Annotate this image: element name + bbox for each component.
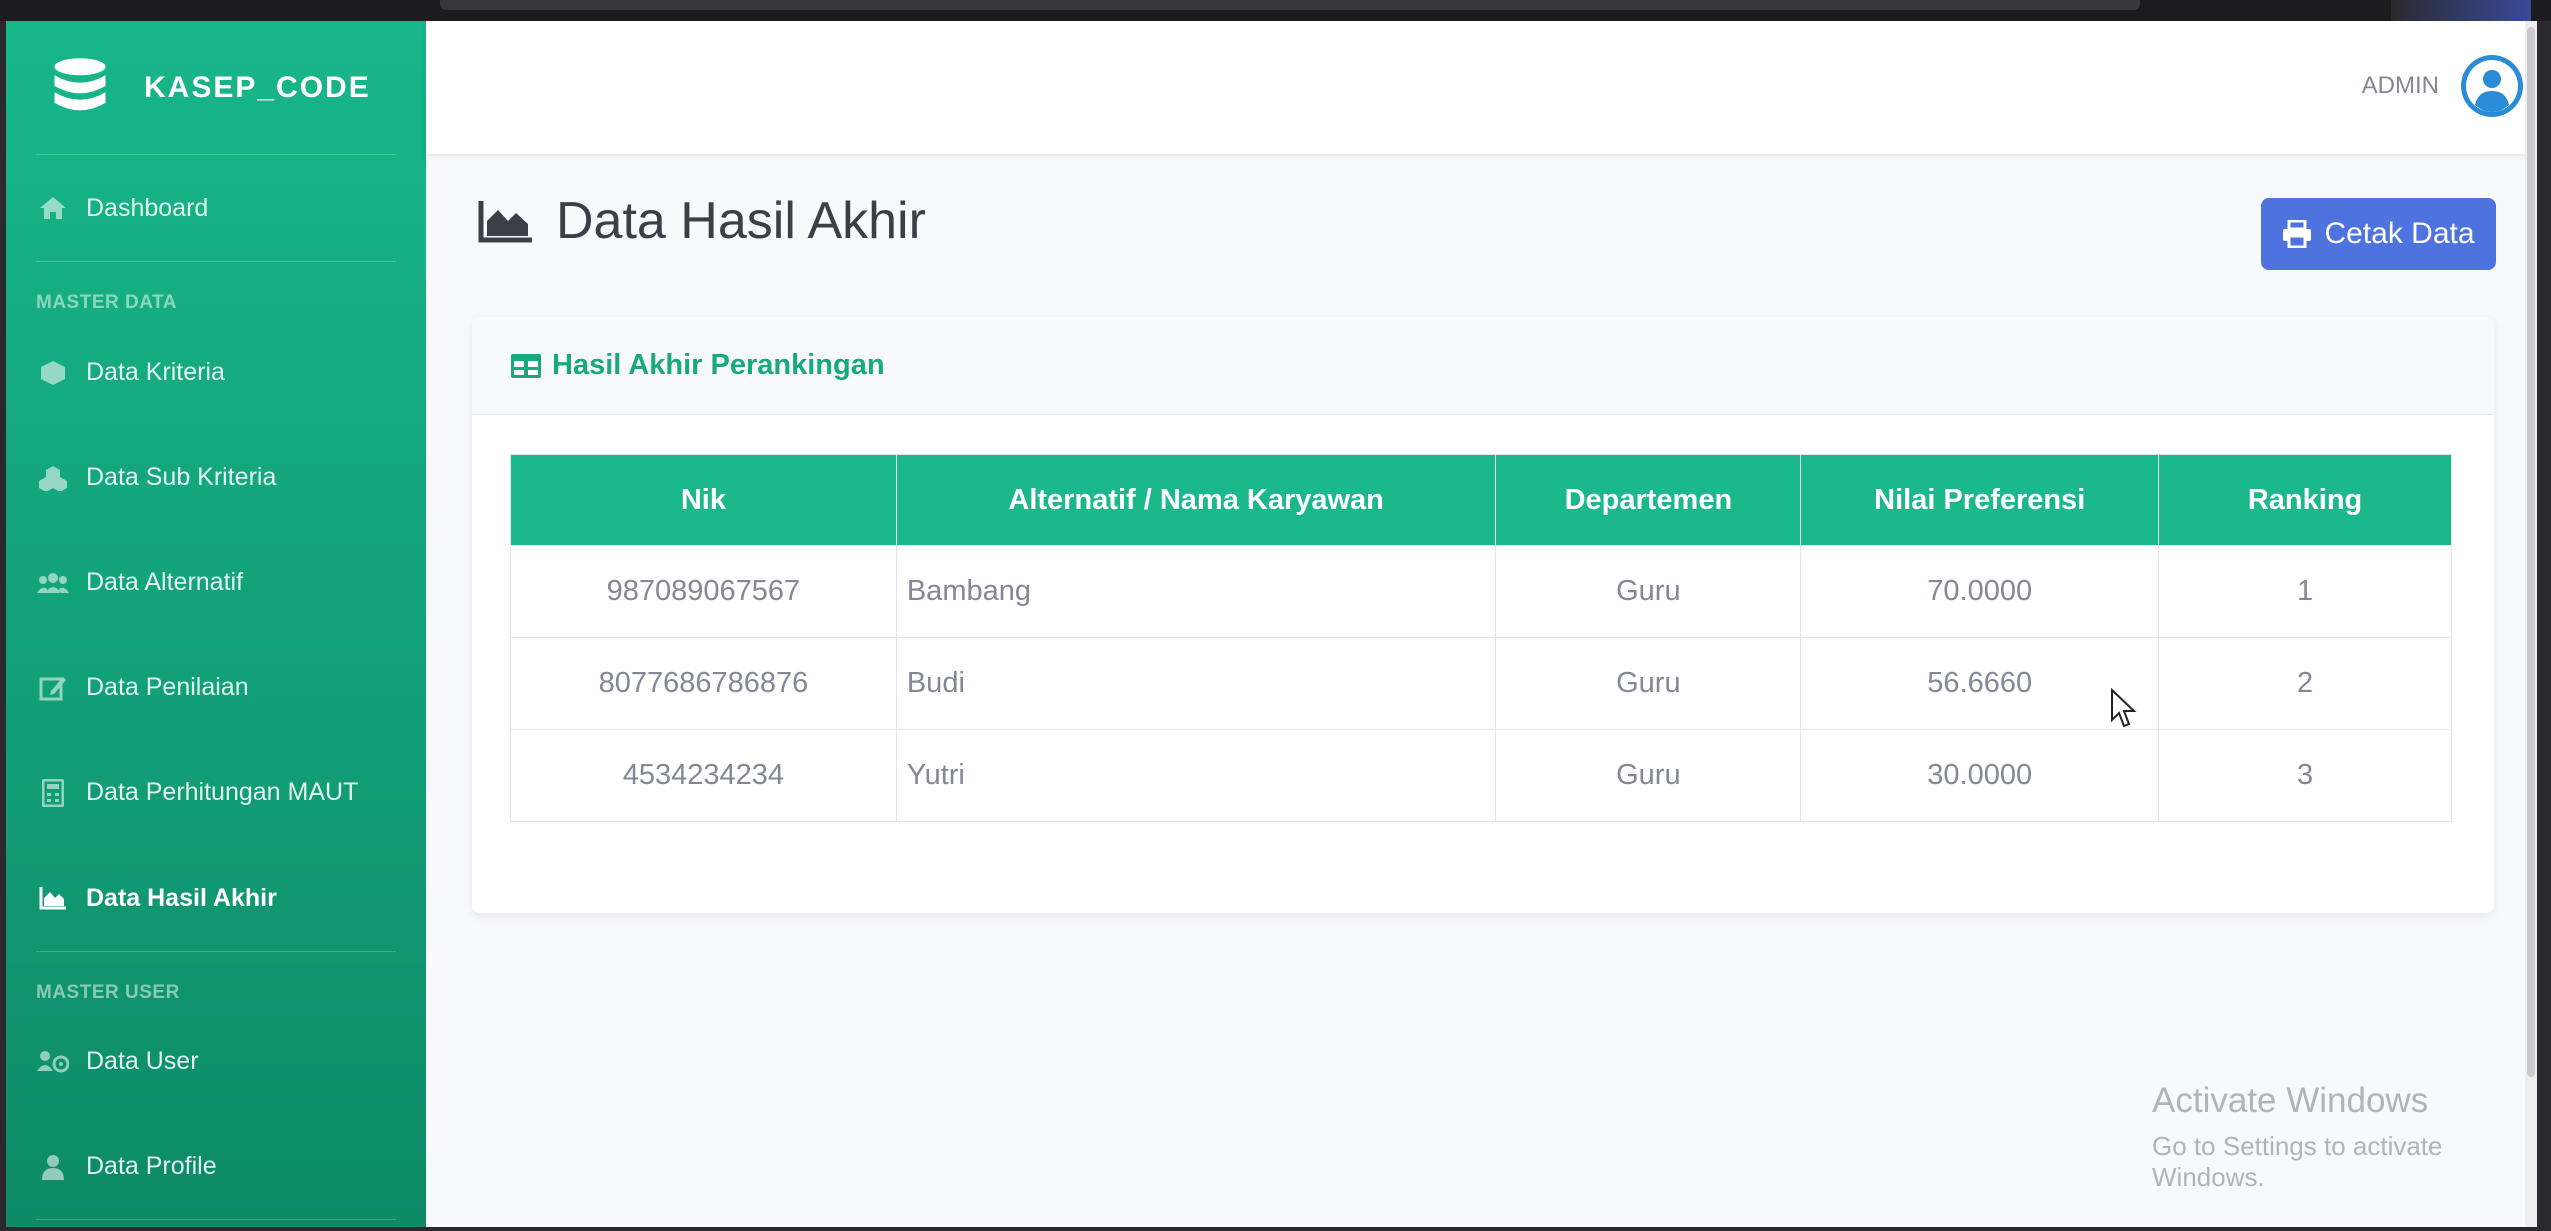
card-title: Hasil Akhir Perankingan [552,349,885,381]
cell-departemen: Guru [1495,637,1802,730]
home-icon [36,193,70,223]
sidebar-item-dashboard[interactable]: Dashboard [6,155,426,261]
sidebar-item-data-hasil-akhir[interactable]: Data Hasil Akhir [6,845,426,951]
cell-nilai-preferensi: 30.0000 [1800,729,2160,822]
cube-icon [36,358,70,388]
brand-name: KASEP_CODE [144,70,371,104]
area-chart-icon [36,883,70,913]
table-icon [511,353,541,378]
cell-nama: Yutri [895,729,1497,822]
taskbar-corner [2391,0,2531,21]
sidebar-item-label: Data Hasil Akhir [86,883,277,912]
cell-departemen: Guru [1495,729,1802,822]
cell-nik: 4534234234 [510,729,897,822]
sidebar-item-label: Data Sub Kriteria [86,463,277,491]
cell-nik: 987089067567 [510,545,897,638]
sidebar-item-data-sub-kriteria[interactable]: Data Sub Kriteria [6,425,426,530]
sidebar-item-data-profile[interactable]: Data Profile [6,1114,426,1219]
sidebar-item-data-perhitungan-maut[interactable]: Data Perhitungan MAUT [6,740,426,845]
main-content: ADMIN Data Hasil Akhir Cetak Data Hasil … [426,21,2537,1227]
sidebar-item-label: Data Penilaian [86,673,249,701]
users-cog-icon [36,1046,70,1076]
cell-nama: Bambang [895,545,1497,638]
cubes-icon [36,463,70,493]
sidebar-item-label: Data Alternatif [86,568,244,596]
watermark-title: Activate Windows [2152,1081,2429,1120]
print-button-label: Cetak Data [2324,217,2475,250]
card-header: Hasil Akhir Perankingan [472,317,2494,415]
scrollbar-thumb[interactable] [2527,27,2535,1077]
vertical-scrollbar[interactable] [2525,21,2537,1227]
cell-departemen: Guru [1495,545,1802,638]
watermark-subtitle: Go to Settings to activate Windows. [2152,1131,2443,1192]
avatar-icon [2461,55,2523,117]
sidebar-item-data-user[interactable]: Data User [6,1008,426,1114]
users-icon [36,568,70,598]
print-icon [2283,220,2312,248]
table-header-row: Nik Alternatif / Nama Karyawan Departeme… [510,454,2452,546]
page-title: Data Hasil Akhir [556,192,926,250]
column-header-nilai-preferensi[interactable]: Nilai Preferensi [1800,454,2160,546]
cell-nilai-preferensi: 70.0000 [1800,545,2160,638]
cell-ranking: 2 [2158,637,2452,730]
app-window: KASEP_CODE Dashboard MASTER DATA Data Kr… [6,21,2537,1227]
calculator-icon [36,778,70,808]
area-chart-icon [478,201,532,243]
sidebar-item-data-kriteria[interactable]: Data Kriteria [6,320,426,425]
column-header-nik[interactable]: Nik [510,454,897,546]
sidebar-item-label: Dashboard [86,193,209,222]
user-name: ADMIN [2361,72,2439,99]
sidebar-item-label: Data Profile [86,1152,217,1180]
column-header-nama[interactable]: Alternatif / Nama Karyawan [895,454,1497,546]
table-row: 987089067567 Bambang Guru 70.0000 1 [510,545,2452,638]
edit-icon [36,673,70,703]
sidebar-item-data-penilaian[interactable]: Data Penilaian [6,635,426,740]
cell-nilai-preferensi: 56.6660 [1800,637,2160,730]
table-row: 4534234234 Yutri Guru 30.0000 3 [510,729,2452,822]
cell-nama: Budi [895,637,1497,730]
table-row: 8077686786876 Budi Guru 56.6660 2 [510,637,2452,730]
ranking-table: Nik Alternatif / Nama Karyawan Departeme… [510,454,2452,822]
sidebar-item-label: Data User [86,1046,199,1075]
browser-top-strip [0,0,2551,21]
sidebar-item-data-alternatif[interactable]: Data Alternatif [6,530,426,635]
mouse-cursor-icon [2111,688,2137,728]
sidebar-item-label: Data Perhitungan MAUT [86,778,359,806]
user-menu[interactable]: ADMIN [2362,55,2523,117]
section-heading-master-user: MASTER USER [36,982,180,1003]
column-header-ranking[interactable]: Ranking [2158,454,2452,546]
page-heading: Data Hasil Akhir [478,191,926,251]
cell-nik: 8077686786876 [510,637,897,730]
cell-ranking: 1 [2158,545,2452,638]
brand[interactable]: KASEP_CODE [6,21,426,154]
print-button[interactable]: Cetak Data [2261,198,2496,270]
sidebar-divider [36,1219,396,1220]
database-icon [54,57,106,110]
sidebar: KASEP_CODE Dashboard MASTER DATA Data Kr… [6,21,426,1227]
column-header-departemen[interactable]: Departemen [1495,454,1802,546]
cell-ranking: 3 [2158,729,2452,822]
section-heading-master-data: MASTER DATA [36,292,177,313]
result-card: Hasil Akhir Perankingan Nik Alternatif /… [472,317,2494,913]
browser-tab-strip [440,0,2140,10]
user-icon [36,1152,70,1182]
sidebar-item-label: Data Kriteria [86,358,225,386]
topbar: ADMIN [426,21,2537,154]
windows-activation-watermark: Activate Windows Go to Settings to activ… [2152,1081,2537,1193]
